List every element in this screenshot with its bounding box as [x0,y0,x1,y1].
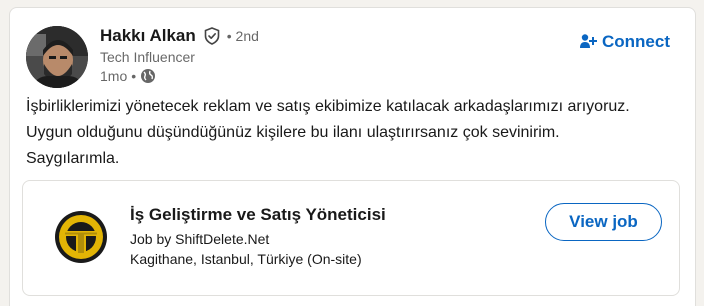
avatar[interactable] [26,26,88,88]
view-job-button[interactable]: View job [545,203,662,241]
add-person-icon [580,34,597,48]
actor-name-row: Hakkı Alkan • 2nd [100,26,259,46]
globe-icon [140,68,156,84]
post-meta: 1mo • [100,68,156,84]
meta-separator: • [131,68,137,84]
job-card[interactable]: İş Geliştirme ve Satış Yöneticisi Job by… [22,180,680,296]
post-text-line: Saygılarımla. [26,150,120,167]
connect-button[interactable]: Connect [579,32,670,52]
shiftdelete-logo [53,209,109,265]
profile-photo [26,26,88,88]
actor-headline: Tech Influencer [100,49,195,65]
job-title[interactable]: İş Geliştirme ve Satış Yöneticisi [130,205,386,225]
post-card: Hakkı Alkan • 2nd Tech Influencer 1mo • … [9,7,696,306]
job-location: Kagithane, Istanbul, Türkiye (On-site) [130,251,362,267]
post-time: 1mo [100,68,128,84]
actor-name[interactable]: Hakkı Alkan [100,26,196,46]
job-company: Job by ShiftDelete.Net [130,231,270,247]
connection-degree: • 2nd [226,28,259,44]
verified-shield-icon [203,27,221,45]
connect-label: Connect [602,32,670,51]
post-text: İşbirliklerimizi yönetecek reklam ve sat… [26,94,686,172]
post-text-line: İşbirliklerimizi yönetecek reklam ve sat… [26,98,630,115]
post-text-line: Uygun olduğunu düşündüğünüz kişilere bu … [26,124,560,141]
